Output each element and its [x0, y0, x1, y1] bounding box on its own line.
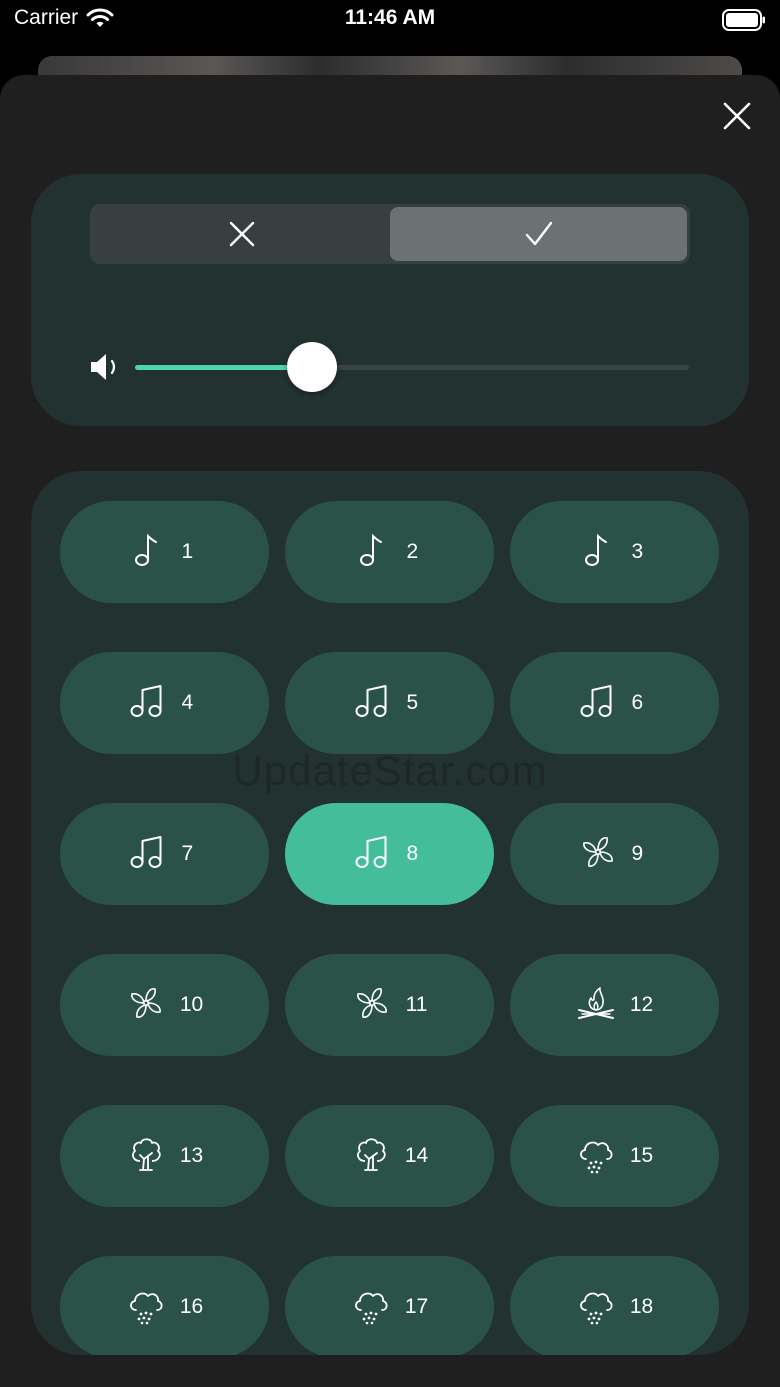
- sound-label: 4: [181, 691, 194, 714]
- sound-button-3[interactable]: 3: [510, 501, 719, 603]
- sound-label: 14: [404, 1144, 429, 1167]
- segment-on[interactable]: [390, 207, 687, 261]
- fan-icon: [578, 832, 618, 877]
- sound-grid: 1 2 3 4 5 6 7 8 9 10 11 12 13 14 15 16 17 18: [60, 501, 720, 1355]
- sound-label: 17: [404, 1295, 429, 1318]
- notes-icon: [128, 832, 168, 877]
- sound-button-7[interactable]: 7: [60, 803, 269, 905]
- volume-slider[interactable]: [135, 342, 689, 392]
- segment-off[interactable]: [93, 207, 390, 261]
- segmented-control: [90, 204, 690, 264]
- sound-button-12[interactable]: 12: [510, 954, 719, 1056]
- fan-icon: [126, 983, 166, 1028]
- sound-button-16[interactable]: 16: [60, 1256, 269, 1355]
- speaker-icon: [91, 354, 116, 380]
- sound-label: 16: [179, 1295, 204, 1318]
- app-root: Carrier 11:46 AM 1 2 3 4 5 6 7 8 9 10 11…: [0, 0, 780, 1387]
- notes-icon: [128, 681, 168, 726]
- volume-row: [89, 342, 691, 394]
- sound-label: 11: [405, 993, 428, 1016]
- sound-button-6[interactable]: 6: [510, 652, 719, 754]
- note-icon: [578, 530, 618, 575]
- sound-label: 9: [631, 842, 644, 865]
- sound-settings-sheet: 1 2 3 4 5 6 7 8 9 10 11 12 13 14 15 16 17 18 UpdateStar.c…: [0, 75, 780, 1387]
- note-icon: [128, 530, 168, 575]
- sound-button-18[interactable]: 18: [510, 1256, 719, 1355]
- notes-icon: [353, 681, 393, 726]
- sound-button-15[interactable]: 15: [510, 1105, 719, 1207]
- sound-button-10[interactable]: 10: [60, 954, 269, 1056]
- sound-grid-panel: 1 2 3 4 5 6 7 8 9 10 11 12 13 14 15 16 17 18: [31, 471, 749, 1355]
- sound-button-2[interactable]: 2: [285, 501, 494, 603]
- sound-label: 10: [179, 993, 204, 1016]
- sound-button-11[interactable]: 11: [285, 954, 494, 1056]
- rain-cloud-icon: [351, 1285, 391, 1330]
- status-time: 11:46 AM: [344, 6, 436, 29]
- sound-button-4[interactable]: 4: [60, 652, 269, 754]
- note-icon: [353, 530, 393, 575]
- sound-label: 8: [406, 842, 419, 865]
- volume-slider-thumb[interactable]: [287, 342, 338, 392]
- notes-icon: [353, 832, 393, 877]
- sound-label: 6: [631, 691, 644, 714]
- tree-icon: [126, 1134, 166, 1179]
- close-button[interactable]: [722, 101, 752, 131]
- sound-label: 2: [406, 540, 419, 563]
- sound-button-17[interactable]: 17: [285, 1256, 494, 1355]
- checkmark-icon: [525, 221, 552, 246]
- tree-icon: [351, 1134, 391, 1179]
- sound-button-9[interactable]: 9: [510, 803, 719, 905]
- sound-label: 12: [629, 993, 654, 1016]
- control-panel: [31, 174, 749, 426]
- battery-icon: [722, 9, 765, 31]
- sound-button-14[interactable]: 14: [285, 1105, 494, 1207]
- sound-label: 1: [181, 540, 194, 563]
- sound-label: 7: [181, 842, 194, 865]
- volume-slider-fill: [135, 365, 313, 370]
- campfire-icon: [576, 983, 616, 1028]
- status-bar: Carrier 11:46 AM: [0, 0, 780, 50]
- sound-label: 3: [631, 540, 644, 563]
- fan-icon: [352, 983, 392, 1028]
- close-icon: [723, 102, 751, 130]
- rain-cloud-icon: [576, 1285, 616, 1330]
- rain-cloud-icon: [576, 1134, 616, 1179]
- sound-button-13[interactable]: 13: [60, 1105, 269, 1207]
- sound-label: 13: [179, 1144, 204, 1167]
- sound-label: 18: [629, 1295, 654, 1318]
- sound-button-8[interactable]: 8: [285, 803, 494, 905]
- sound-button-5[interactable]: 5: [285, 652, 494, 754]
- notes-icon: [578, 681, 618, 726]
- x-icon: [229, 221, 254, 247]
- sound-button-1[interactable]: 1: [60, 501, 269, 603]
- sound-label: 15: [629, 1144, 654, 1167]
- sound-label: 5: [406, 691, 419, 714]
- rain-cloud-icon: [126, 1285, 166, 1330]
